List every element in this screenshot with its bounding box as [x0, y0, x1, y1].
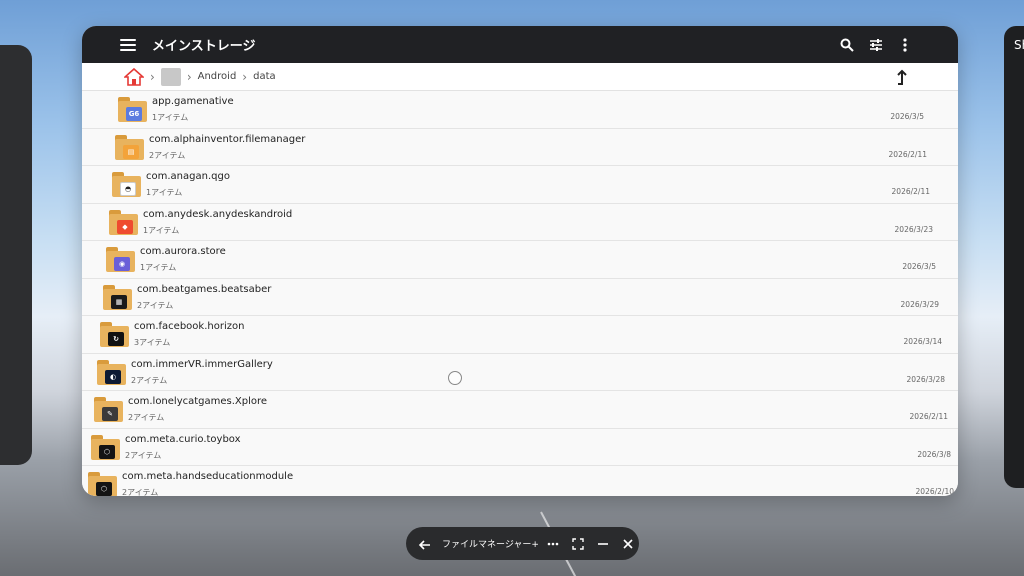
navigate-up-icon[interactable] — [892, 68, 910, 86]
home-icon[interactable] — [122, 67, 146, 87]
chevron-right-icon: › — [242, 69, 248, 84]
modified-date: 2026/2/11 — [891, 187, 930, 196]
file-row[interactable]: ⬡ com.meta.handseducationmodule 2アイテム 2026/… — [82, 466, 958, 496]
item-count: 1アイテム — [146, 188, 183, 197]
file-name: com.alphainventor.filemanager — [149, 133, 306, 145]
folder-icon: ⬡ — [91, 434, 120, 460]
file-name: app.gamenative — [152, 96, 234, 107]
app-badge-icon: ◓ — [120, 182, 136, 196]
item-count: 1アイテム — [143, 225, 180, 235]
app-badge-icon: ⬡ — [96, 482, 112, 496]
expand-icon[interactable] — [572, 537, 584, 551]
modified-date: 2026/3/28 — [906, 374, 945, 384]
folder-icon: ▦ — [103, 284, 132, 310]
file-row[interactable]: G6 app.gamenative 1アイテム 2026/3/5 — [82, 91, 958, 129]
file-name: com.lonelycatgames.Xplore — [128, 396, 268, 407]
file-name: com.anydesk.anydeskandroid — [143, 208, 293, 220]
modified-date: 2026/3/23 — [894, 224, 933, 234]
item-count: 1アイテム — [152, 113, 189, 122]
sliders-icon[interactable] — [867, 36, 885, 54]
app-badge-icon: ✎ — [102, 407, 118, 421]
folder-icon: ◉ — [106, 247, 135, 272]
file-name: com.immerVR.immerGallery — [131, 358, 273, 370]
folder-icon: ⬡ — [88, 472, 117, 496]
modified-date: 2026/3/14 — [903, 337, 942, 346]
window-taskbar: ファイルマネージャー+ — [406, 527, 639, 560]
file-name: com.anagan.qgo — [146, 171, 230, 182]
app-badge-icon: ▦ — [111, 294, 127, 309]
file-row[interactable]: ◆ com.anydesk.anydeskandroid 1アイテム 2026/3/2… — [82, 203, 958, 241]
storage-drive-icon[interactable] — [160, 67, 181, 86]
more-horizontal-icon[interactable] — [547, 537, 559, 551]
taskbar-app-label: ファイルマネージャー+ — [442, 540, 539, 550]
folder-icon: ✎ — [94, 397, 123, 422]
file-list: G6 app.gamenative 1アイテム 2026/3/5 ▤ com.alphai… — [82, 91, 958, 496]
file-name: com.facebook.horizon — [134, 321, 245, 332]
folder-icon: ◆ — [109, 209, 138, 235]
file-row[interactable]: ▦ com.beatgames.beatsaber 2アイテム 2026/3/29 — [82, 278, 958, 316]
menu-icon[interactable] — [120, 38, 136, 51]
right-background-panel[interactable]: Sh — [1004, 26, 1024, 488]
close-icon[interactable] — [622, 537, 634, 551]
file-row[interactable]: ▤ com.alphainventor.filemanager 2アイテム 2026/… — [82, 128, 958, 166]
left-background-panel — [0, 45, 32, 465]
item-count: 1アイテム — [140, 263, 177, 272]
item-count: 3アイテム — [134, 338, 171, 347]
file-row[interactable]: ◉ com.aurora.store 1アイテム 2026/3/5 — [82, 241, 958, 279]
item-count: 2アイテム — [125, 450, 162, 460]
back-arrow-icon[interactable] — [418, 537, 432, 551]
file-row[interactable]: ◐ com.immerVR.immerGallery 2アイテム 2026/3/28 — [82, 353, 958, 391]
minimize-icon[interactable] — [597, 537, 609, 551]
app-badge-icon: ◉ — [114, 257, 130, 271]
breadcrumb-data[interactable]: data — [253, 71, 276, 82]
app-badge-icon: ⬡ — [99, 444, 115, 459]
modified-date: 2026/2/11 — [888, 149, 927, 159]
modified-date: 2026/3/29 — [900, 299, 939, 309]
folder-icon: ◓ — [112, 172, 141, 197]
file-row[interactable]: ↻ com.facebook.horizon 3アイテム 2026/3/14 — [82, 316, 958, 354]
item-count: 2アイテム — [128, 413, 165, 422]
chevron-right-icon: › — [150, 69, 155, 84]
chevron-right-icon: › — [186, 69, 192, 84]
search-icon[interactable] — [838, 36, 856, 54]
item-count: 2アイテム — [122, 488, 159, 496]
modified-date: 2026/3/5 — [890, 112, 924, 121]
more-vertical-icon[interactable] — [896, 36, 914, 54]
folder-icon: ▤ — [115, 134, 144, 160]
right-panel-label: Sh — [1014, 38, 1024, 52]
file-row[interactable]: ✎ com.lonelycatgames.Xplore 2アイテム 2026/2/11 — [82, 391, 958, 429]
file-name: com.aurora.store — [140, 246, 226, 257]
app-badge-icon: ▤ — [123, 144, 139, 159]
pointer-cursor — [448, 371, 462, 385]
file-name: com.meta.curio.toybox — [125, 433, 241, 445]
folder-icon: G6 — [118, 97, 147, 122]
app-badge-icon: ◐ — [105, 369, 121, 384]
item-count: 2アイテム — [149, 150, 186, 160]
modified-date: 2026/3/8 — [917, 449, 951, 459]
file-row[interactable]: ◓ com.anagan.qgo 1アイテム 2026/2/11 — [82, 166, 958, 204]
modified-date: 2026/3/5 — [902, 262, 936, 271]
app-badge-icon: G6 — [126, 107, 142, 121]
modified-date: 2026/2/11 — [909, 412, 948, 421]
modified-date: 2026/2/10 — [915, 487, 954, 496]
file-name: com.meta.handseducationmodule — [122, 471, 294, 482]
app-badge-icon: ◆ — [117, 219, 133, 234]
breadcrumb-android[interactable]: Android — [198, 71, 237, 82]
app-bar: メインストレージ — [82, 26, 958, 63]
breadcrumb: › › Android › data — [82, 63, 958, 91]
file-manager-window: メインストレージ › › Android › data G6 app.gamena… — [82, 26, 958, 496]
item-count: 2アイテム — [131, 375, 168, 385]
page-title: メインストレージ — [152, 39, 256, 54]
file-name: com.beatgames.beatsaber — [137, 283, 272, 295]
app-badge-icon: ↻ — [108, 332, 124, 346]
folder-icon: ↻ — [100, 322, 129, 347]
file-row[interactable]: ⬡ com.meta.curio.toybox 2アイテム 2026/3/8 — [82, 428, 958, 466]
folder-icon: ◐ — [97, 359, 126, 385]
item-count: 2アイテム — [137, 300, 174, 310]
